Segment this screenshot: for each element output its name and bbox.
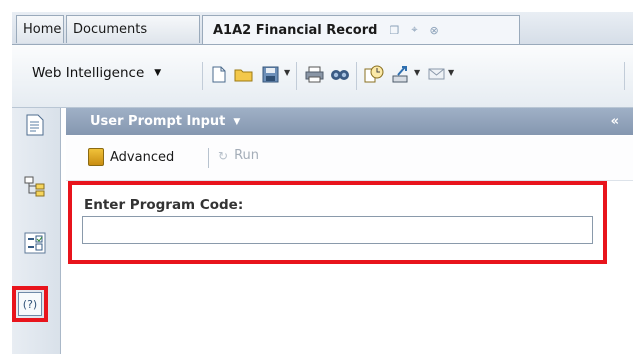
run-label: Run [234, 148, 259, 163]
panel-title: User Prompt Input [90, 114, 226, 129]
program-code-label: Enter Program Code: [84, 197, 244, 213]
tab-documents-label: Documents [73, 22, 148, 37]
navigation-map-icon[interactable] [20, 172, 50, 202]
chevron-down-icon: ▼ [154, 68, 162, 78]
find-icon[interactable] [330, 63, 350, 85]
tab-active-document[interactable]: A1A2 Financial Record ❐ ⌖ ⊗ [202, 15, 520, 44]
advanced-icon [88, 148, 104, 166]
panel-toolbar-divider [208, 148, 209, 168]
input-controls-icon[interactable] [20, 228, 50, 258]
save-options-caret[interactable]: ▼ [284, 68, 290, 77]
left-side-rail: (?) [12, 108, 61, 354]
program-code-input[interactable] [82, 216, 593, 244]
panel-toolbar: Advanced ↻ Run [66, 136, 633, 181]
export-options-caret[interactable]: ▼ [414, 68, 420, 77]
panel-menu-chevron-icon[interactable]: ▼ [233, 117, 240, 127]
collapse-panel-icon[interactable]: « [611, 114, 619, 129]
email-options-caret[interactable]: ▼ [448, 68, 454, 77]
web-intelligence-label: Web Intelligence [32, 65, 145, 81]
export-icon[interactable] [390, 63, 410, 85]
open-folder-icon[interactable] [234, 63, 254, 85]
document-summary-icon[interactable] [20, 110, 50, 140]
toolbar-divider [202, 62, 203, 90]
toolbar-divider [296, 62, 297, 90]
close-icon[interactable]: ⊗ [430, 24, 439, 37]
run-button[interactable]: ↻ Run [218, 148, 259, 163]
panel-body: Enter Program Code: [66, 181, 633, 354]
new-document-icon[interactable] [209, 63, 229, 85]
toolbar-divider [356, 62, 357, 90]
tab-home-label: Home [23, 22, 62, 37]
main-toolbar: Web Intelligence ▼ ▼ ▼ ▼ [12, 45, 633, 108]
tab-active-label: A1A2 Financial Record [213, 22, 378, 38]
history-icon[interactable] [364, 63, 384, 85]
user-prompt-icon-label: (?) [22, 297, 38, 311]
restore-icon[interactable]: ❐ [389, 24, 399, 37]
user-prompt-icon: (?) [18, 292, 42, 316]
tab-home[interactable]: Home [16, 15, 64, 43]
user-prompt-panel-header: User Prompt Input ▼ « [66, 108, 633, 135]
highlighted-prompt-box: Enter Program Code: [68, 181, 607, 264]
email-icon[interactable] [426, 63, 446, 85]
user-prompt-input-rail-button[interactable]: (?) [12, 286, 48, 322]
tab-documents[interactable]: Documents [66, 15, 200, 43]
print-icon[interactable] [304, 63, 324, 85]
advanced-button[interactable]: Advanced [88, 148, 174, 166]
advanced-label: Advanced [110, 149, 175, 165]
web-intelligence-menu[interactable]: Web Intelligence ▼ [32, 65, 161, 81]
pin-icon[interactable]: ⌖ [411, 23, 417, 37]
toolbar-divider [624, 62, 625, 90]
save-icon[interactable] [260, 63, 280, 85]
run-icon: ↻ [218, 148, 229, 163]
document-tab-bar: Home Documents A1A2 Financial Record ❐ ⌖… [12, 12, 633, 45]
